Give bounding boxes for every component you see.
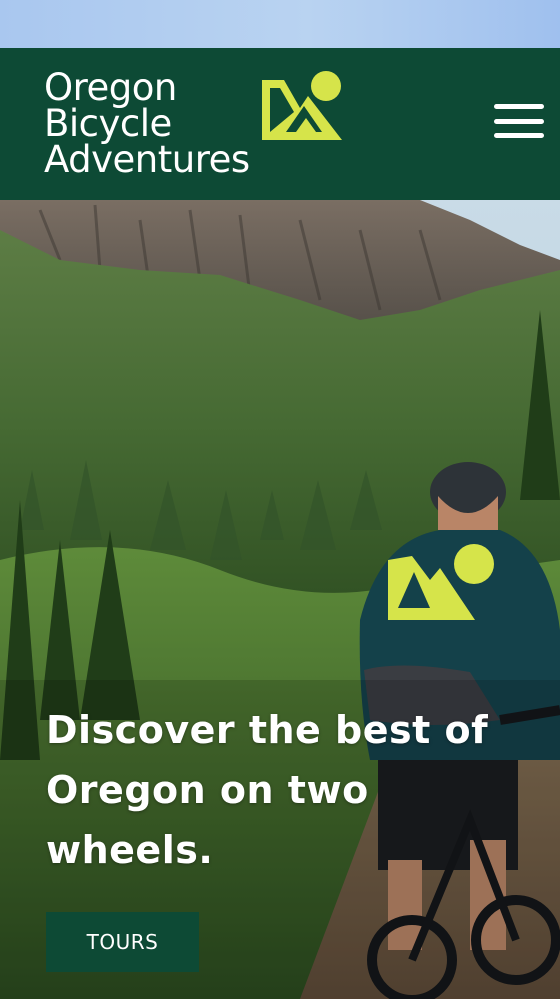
menu-button[interactable] [492,100,546,142]
hero-headline: Discover the best of Oregon on two wheel… [46,708,489,872]
tours-button[interactable]: TOURS [46,912,199,972]
mountain-sun-icon [261,71,342,140]
brand-logo-link[interactable]: Oregon Bicycle Adventures [44,66,346,181]
site-header: Oregon Bicycle Adventures [0,48,560,200]
brand-line-adventures: Adventures [44,138,250,181]
hamburger-menu-icon [494,104,544,109]
top-sky-strip [0,0,560,48]
hamburger-menu-icon-bar [494,118,544,124]
hamburger-menu-icon-bar [494,133,544,138]
hero-section: Discover the best of Oregon on two wheel… [0,200,560,999]
brand-wordmark: Oregon Bicycle Adventures [44,66,250,181]
brand-line-oregon: Oregon [44,66,177,109]
brand-line-bicycle: Bicycle [44,102,172,145]
